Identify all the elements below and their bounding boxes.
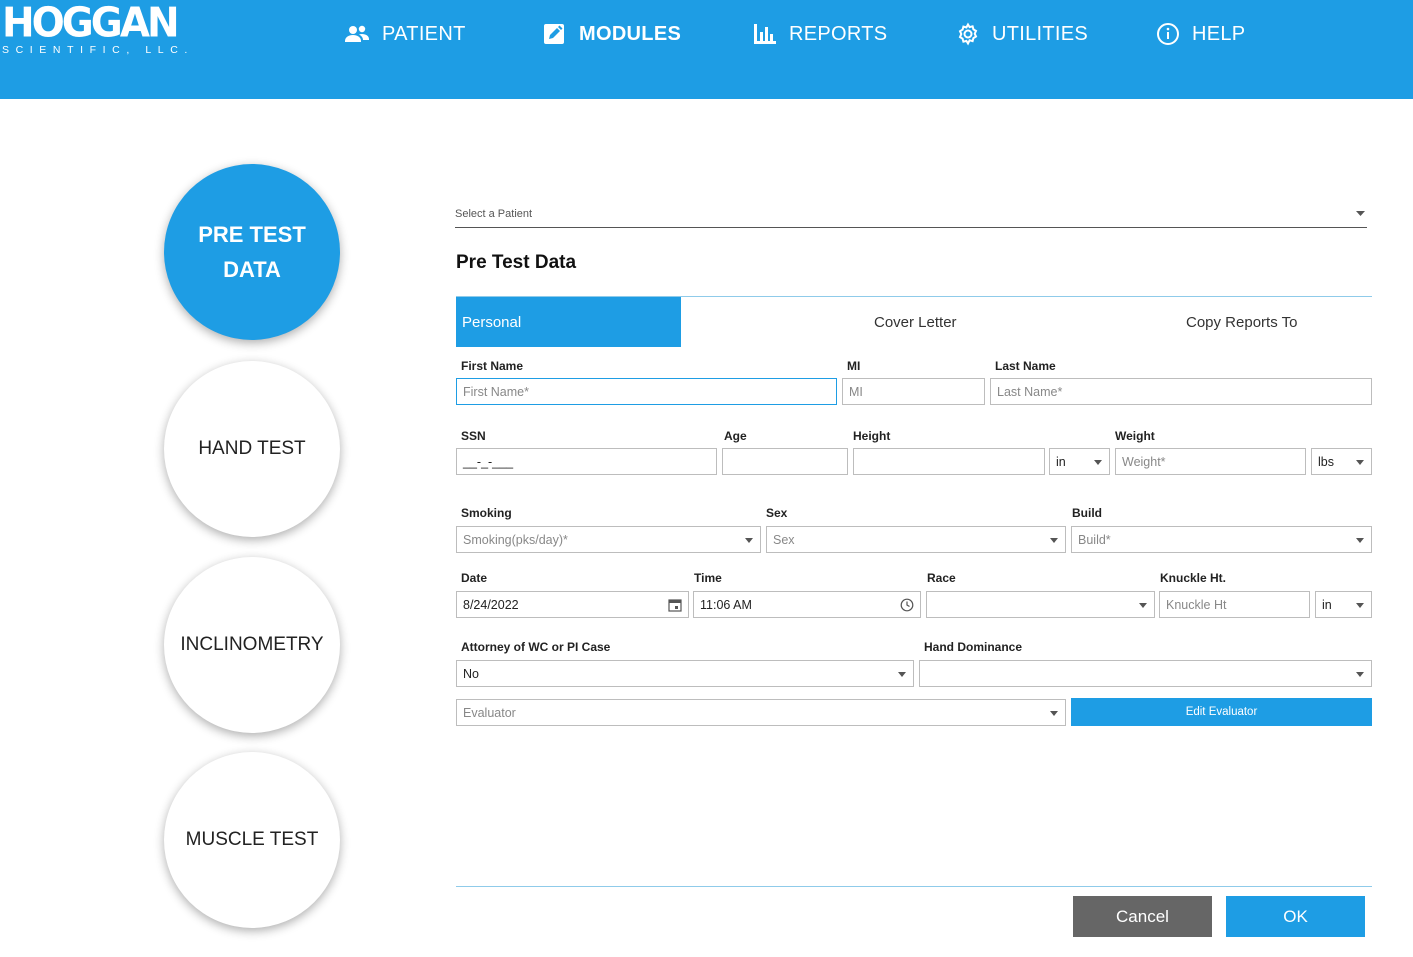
tab-personal[interactable]: Personal [456, 297, 681, 347]
nav-help[interactable]: HELP [1156, 19, 1245, 49]
age-label: Age [724, 429, 747, 443]
tab-copy-reports-to[interactable]: Copy Reports To [1186, 297, 1297, 347]
last-name-placeholder: Last Name* [997, 384, 1063, 399]
nav-reports[interactable]: REPORTS [753, 19, 887, 49]
tab-bar: Personal Cover Letter Copy Reports To [456, 296, 1372, 347]
height-unit-value: in [1056, 454, 1066, 469]
date-value: 8/24/2022 [463, 597, 519, 612]
weight-unit-value: lbs [1318, 454, 1334, 469]
last-name-field[interactable]: Last Name* [990, 378, 1372, 405]
height-field[interactable] [853, 448, 1045, 475]
mi-label: MI [847, 359, 861, 373]
edit-evaluator-button[interactable]: Edit Evaluator [1071, 698, 1372, 726]
step-muscle-test-label: MUSCLE TEST [185, 829, 319, 850]
clock-icon[interactable] [900, 598, 914, 612]
sex-placeholder: Sex [773, 532, 795, 547]
evaluator-placeholder: Evaluator [463, 705, 516, 720]
hand-dominance-label: Hand Dominance [924, 640, 1023, 654]
hoggan-logo: HOGGAN SCIENTIFIC, LLC. [2, 0, 194, 56]
section-title: Pre Test Data [456, 252, 577, 273]
step-hand-test[interactable]: HAND TEST [164, 361, 340, 537]
step-hand-test-label: HAND TEST [198, 438, 306, 459]
knuckle-field[interactable]: Knuckle Ht [1159, 591, 1310, 618]
tab-cover-letter[interactable]: Cover Letter [874, 297, 957, 347]
ok-button[interactable]: OK [1226, 896, 1365, 937]
nav-patient[interactable]: PATIENT [344, 19, 466, 49]
step-pre-test-line2: DATA [223, 257, 281, 282]
knuckle-placeholder: Knuckle Ht [1166, 597, 1227, 612]
first-name-field[interactable]: First Name* [456, 378, 837, 405]
smoking-placeholder: Smoking(pks/day)* [463, 532, 568, 547]
ssn-label: SSN [461, 429, 486, 443]
first-name-label: First Name [461, 359, 524, 373]
logo-main-text: HOGGAN [2, 0, 180, 48]
evaluator-select[interactable]: Evaluator [456, 699, 1066, 726]
build-select[interactable]: Build* [1071, 526, 1372, 553]
knuckle-label: Knuckle Ht. [1160, 571, 1227, 585]
hand-dominance-select[interactable] [919, 660, 1372, 687]
step-muscle-test[interactable]: MUSCLE TEST [164, 752, 340, 928]
sex-label: Sex [766, 506, 788, 520]
ssn-value: __-_-___ [463, 454, 514, 469]
date-field[interactable]: 8/24/2022 [456, 591, 689, 618]
nav-modules[interactable]: MODULES [543, 19, 681, 49]
race-select[interactable] [926, 591, 1155, 618]
weight-unit-select[interactable]: lbs [1311, 448, 1372, 475]
height-unit-select[interactable]: in [1049, 448, 1110, 475]
build-label: Build [1072, 506, 1102, 520]
knuckle-unit-select[interactable]: in [1315, 591, 1372, 618]
patient-select-placeholder: Select a Patient [455, 208, 533, 220]
patients-icon [345, 25, 369, 42]
mi-field[interactable]: MI [842, 378, 985, 405]
smoking-label: Smoking [461, 506, 512, 520]
nav-reports-label: REPORTS [789, 22, 888, 45]
weight-placeholder: Weight* [1122, 454, 1166, 469]
height-label: Height [853, 429, 891, 443]
gear-icon [958, 22, 978, 46]
step-inclinometry-label: INCLINOMETRY [180, 634, 324, 655]
cancel-button[interactable]: Cancel [1073, 896, 1212, 937]
edit-icon [544, 24, 564, 44]
attorney-value: No [463, 666, 479, 681]
patient-select[interactable]: Select a Patient [455, 203, 1367, 228]
race-label: Race [927, 571, 956, 585]
step-inclinometry[interactable]: INCLINOMETRY [164, 557, 340, 733]
bar-chart-icon [754, 24, 776, 44]
step-pre-test-line1: PRE TEST [198, 222, 306, 247]
time-value: 11:06 AM [700, 597, 752, 612]
age-field[interactable] [722, 448, 848, 475]
knuckle-unit-value: in [1322, 597, 1332, 612]
date-label: Date [461, 571, 488, 585]
ssn-field[interactable]: __-_-___ [456, 448, 717, 475]
calendar-icon[interactable] [668, 598, 682, 612]
nav-utilities-label: UTILITIES [992, 22, 1089, 45]
attorney-select[interactable]: No [456, 660, 914, 687]
attorney-label: Attorney of WC or PI Case [461, 640, 611, 654]
time-label: Time [694, 571, 722, 585]
info-icon [1157, 23, 1179, 45]
nav-help-label: HELP [1192, 22, 1246, 45]
time-field[interactable]: 11:06 AM [693, 591, 921, 618]
mi-placeholder: MI [849, 384, 863, 399]
first-name-placeholder: First Name* [463, 384, 529, 399]
nav-utilities[interactable]: UTILITIES [956, 19, 1088, 49]
weight-field[interactable]: Weight* [1115, 448, 1306, 475]
chevron-down-icon [1356, 211, 1365, 216]
sex-select[interactable]: Sex [766, 526, 1066, 553]
step-pre-test-data[interactable]: PRE TEST DATA [164, 164, 340, 340]
nav-modules-label: MODULES [579, 22, 682, 45]
build-placeholder: Build* [1078, 532, 1111, 547]
weight-label: Weight [1115, 429, 1155, 443]
nav-patient-label: PATIENT [382, 22, 466, 45]
top-nav-bar: HOGGAN SCIENTIFIC, LLC. PATIENT MODULES … [0, 0, 1413, 99]
smoking-select[interactable]: Smoking(pks/day)* [456, 526, 761, 553]
footer-divider [456, 886, 1372, 887]
last-name-label: Last Name [995, 359, 1056, 373]
